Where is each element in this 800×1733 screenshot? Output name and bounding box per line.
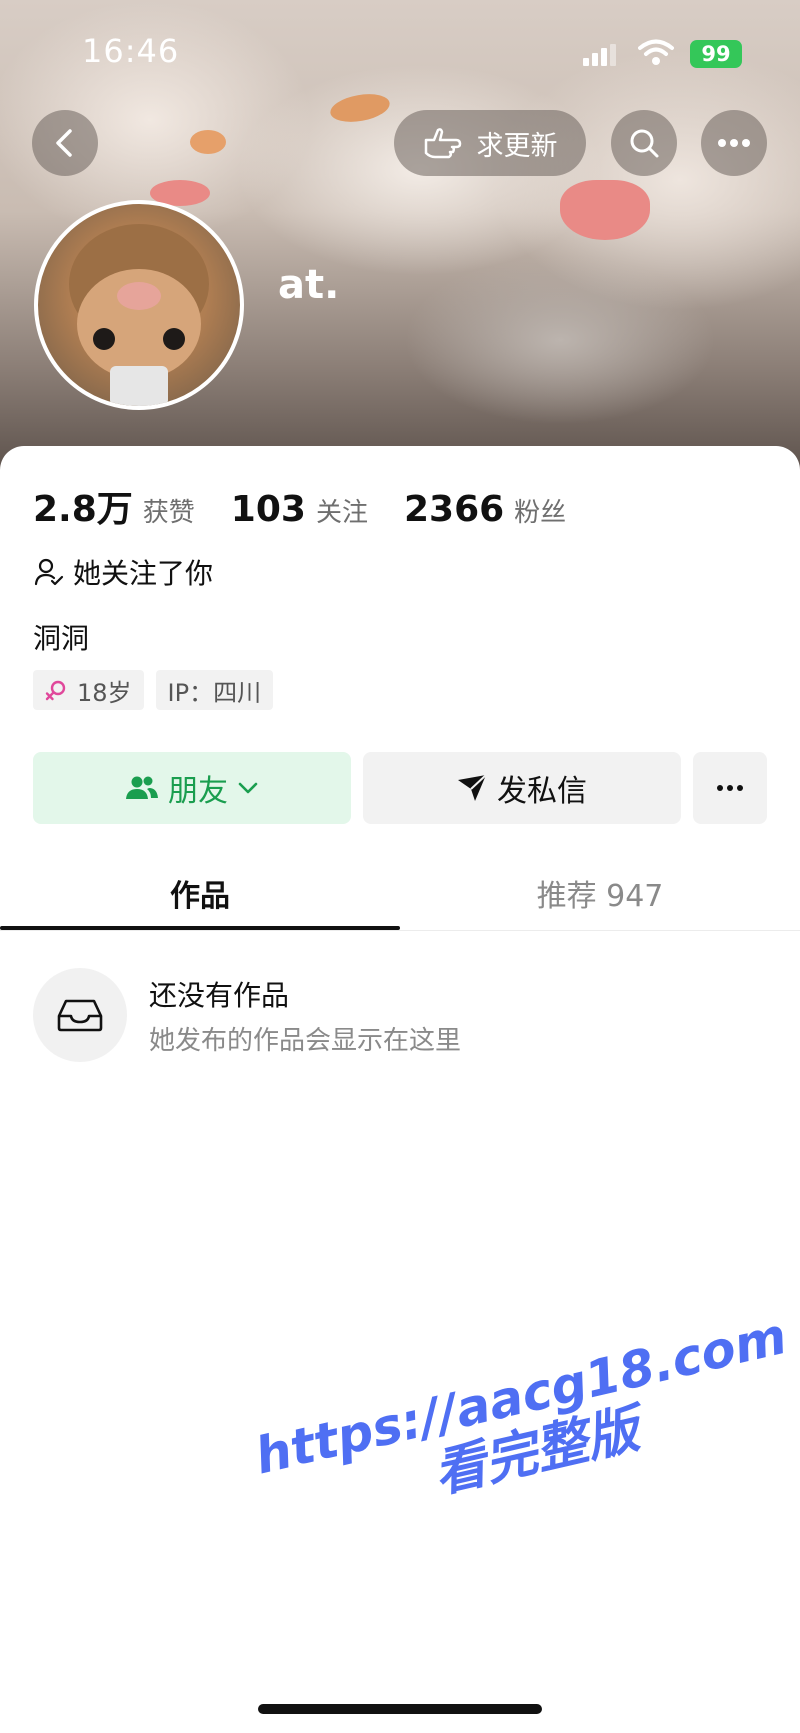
- stat-label: 关注: [315, 498, 368, 528]
- username: at.: [278, 262, 340, 308]
- search-icon: [630, 129, 659, 158]
- signal-icon: [583, 44, 616, 66]
- chevron-left-icon: [56, 129, 72, 157]
- empty-state: 还没有作品 她发布的作品会显示在这里: [33, 968, 461, 1062]
- stat-value: 2.8万: [33, 489, 133, 530]
- pointing-hand-icon: [424, 128, 461, 159]
- bio: 洞洞: [33, 622, 90, 655]
- banner-decoration: [190, 130, 226, 154]
- stat-value: 103: [230, 489, 306, 530]
- more-icon: [717, 785, 743, 791]
- empty-state-title: 还没有作品: [149, 978, 290, 1012]
- inbox-icon: [57, 999, 103, 1032]
- ip-text: IP：四川: [167, 678, 262, 707]
- user-check-icon: [34, 558, 64, 586]
- more-actions-button[interactable]: [693, 752, 767, 824]
- follows-you-text: 她关注了你: [73, 557, 214, 590]
- search-button[interactable]: [611, 110, 677, 176]
- stat-value: 2366: [403, 489, 505, 530]
- back-button[interactable]: [32, 110, 98, 176]
- stat-following[interactable]: 103 关注: [231, 489, 368, 530]
- age-text: 18岁: [77, 678, 132, 707]
- follows-you-note: 她关注了你: [33, 552, 213, 592]
- tab-works[interactable]: 作品: [0, 856, 400, 930]
- send-icon: [458, 774, 487, 801]
- stat-label: 粉丝: [514, 498, 567, 528]
- profile-tags: 18岁 IP：四川: [33, 670, 285, 710]
- empty-state-text: 还没有作品 她发布的作品会显示在这里: [149, 974, 461, 1057]
- ip-tag: IP：四川: [155, 670, 274, 710]
- more-icon: [718, 139, 750, 147]
- status-time: 16:46: [82, 32, 180, 70]
- request-update-label: 求更新: [476, 130, 558, 162]
- request-update-button[interactable]: 求更新: [394, 110, 586, 176]
- age-tag: 18岁: [33, 670, 144, 710]
- send-message-button[interactable]: 发私信: [363, 752, 681, 824]
- status-bar: 16:46 99: [0, 0, 800, 100]
- empty-state-subtitle: 她发布的作品会显示在这里: [149, 1025, 462, 1056]
- empty-state-icon-wrap: [33, 968, 127, 1062]
- active-tab-indicator: [0, 926, 400, 930]
- female-icon: [45, 680, 66, 701]
- chevron-down-icon: [238, 782, 258, 794]
- friends-icon: [126, 776, 158, 799]
- stat-followers[interactable]: 2366 粉丝: [404, 489, 566, 530]
- tab-recommended[interactable]: 推荐 947: [400, 856, 800, 930]
- friend-label: 朋友: [168, 774, 228, 809]
- stat-likes: 2.8万 获赞: [33, 480, 195, 532]
- stat-label: 获赞: [142, 498, 195, 528]
- banner-decoration: [560, 180, 650, 240]
- cat-avatar-image: [69, 224, 209, 406]
- content-tabs: 作品 推荐 947: [0, 856, 800, 931]
- wifi-icon: [638, 39, 674, 65]
- more-options-button[interactable]: [701, 110, 767, 176]
- home-indicator[interactable]: [258, 1704, 542, 1714]
- battery-indicator: 99: [690, 40, 742, 68]
- friend-button[interactable]: 朋友: [33, 752, 351, 824]
- avatar[interactable]: [34, 200, 244, 410]
- send-message-label: 发私信: [497, 774, 587, 809]
- action-row: 朋友 发私信: [33, 752, 767, 824]
- stats-row: 2.8万 获赞 103 关注 2366 粉丝: [33, 480, 602, 532]
